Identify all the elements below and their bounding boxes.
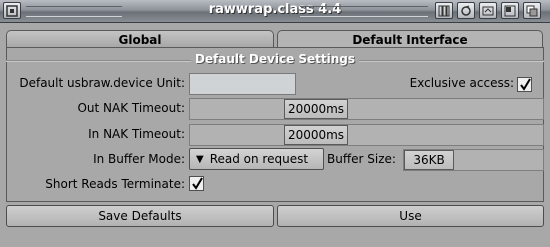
save-defaults-button[interactable]: Save Defaults [6,205,274,227]
tab-global[interactable]: Global [6,30,274,48]
chevron-down-icon: ▼ [196,153,204,165]
snapshot-icon[interactable] [457,2,475,19]
short-reads-label: Short Reads Terminate: [45,177,185,191]
buffer-size-label: Buffer Size: [327,152,396,166]
out-nak-label: Out NAK Timeout: [77,101,185,115]
buffer-mode-value: Read on request [209,152,309,166]
group-title: Default Device Settings [0,52,550,66]
unit-input[interactable] [189,73,296,95]
exclusive-access-checkbox[interactable] [517,77,532,92]
out-nak-slider-knob[interactable]: 20000ms [284,99,348,119]
jump-icon[interactable] [479,2,497,19]
buffer-mode-cycle[interactable]: ▼ Read on request [189,148,324,170]
iconify-icon[interactable] [435,2,453,19]
group-title-text: Default Device Settings [190,52,360,66]
depth-icon[interactable] [523,2,541,19]
window-titlebar[interactable]: rawwrap.class 4.4 [0,0,550,23]
titlebar-groove [300,6,428,17]
exclusive-access-label: Exclusive access: [409,76,514,90]
buffer-size-knob[interactable]: 36KB [404,150,454,170]
zoom-icon[interactable] [501,2,519,19]
in-nak-label: In NAK Timeout: [88,127,185,141]
use-button[interactable]: Use [277,205,544,227]
buffer-size-slider[interactable]: 36KB [403,149,544,171]
unit-label: Default usbraw.device Unit: [19,76,185,90]
buffer-mode-label: In Buffer Mode: [93,152,185,166]
out-nak-slider[interactable]: 20000ms [189,98,544,120]
in-nak-slider[interactable]: 20000ms [189,124,544,146]
short-reads-checkbox[interactable] [189,176,204,191]
in-nak-slider-knob[interactable]: 20000ms [284,125,348,145]
checkmark-icon [192,177,203,190]
checkmark-icon [520,78,531,91]
tab-default-interface[interactable]: Default Interface [277,30,543,48]
